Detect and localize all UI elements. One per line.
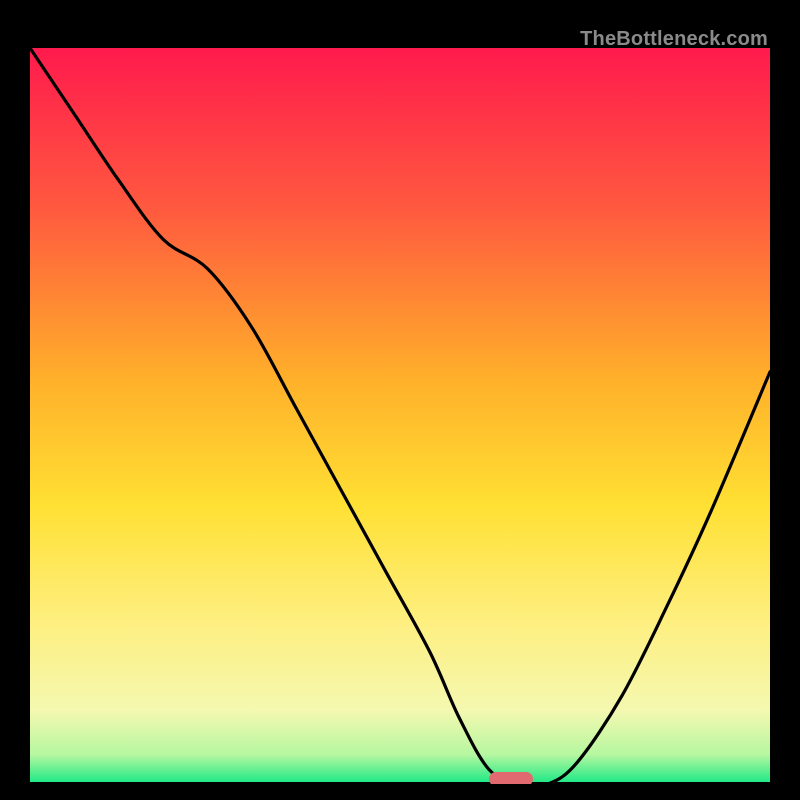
bottleneck-curve xyxy=(30,48,770,784)
plot-area xyxy=(30,48,770,784)
chart-frame: TheBottleneck.com xyxy=(14,14,786,786)
optimal-marker xyxy=(489,772,533,784)
